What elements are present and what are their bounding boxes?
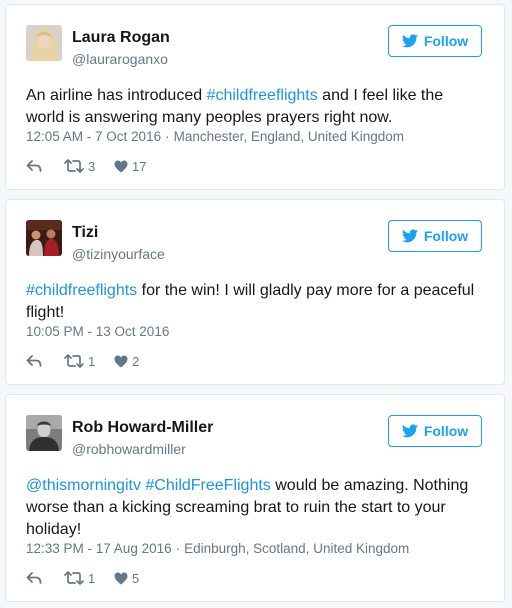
like-button[interactable]: 5 xyxy=(114,571,139,586)
tweet-text: @thismorningitv #ChildFreeFlights would … xyxy=(26,475,484,541)
follow-label: Follow xyxy=(423,228,469,244)
reply-icon xyxy=(26,572,42,584)
tweet-timestamp[interactable]: 12:05 AM - 7 Oct 2016 xyxy=(26,129,161,144)
mention-link[interactable]: @thismorningitv xyxy=(26,477,141,494)
tweet-actions: 1 2 xyxy=(26,352,139,370)
retweet-count: 1 xyxy=(88,570,96,586)
tweet-card: Laura Rogan @lauraroganxo Follow An airl… xyxy=(5,4,505,190)
follow-button[interactable]: Follow xyxy=(388,25,482,57)
follow-button[interactable]: Follow xyxy=(388,220,482,252)
retweet-count: 3 xyxy=(88,158,96,174)
follow-label: Follow xyxy=(423,423,469,439)
reply-button[interactable] xyxy=(26,354,64,368)
heart-icon xyxy=(114,355,128,367)
retweet-icon xyxy=(64,354,84,368)
tweet-timestamp[interactable]: 10:05 PM - 13 Oct 2016 xyxy=(26,324,169,339)
twitter-bird-icon xyxy=(401,229,418,243)
tweet-meta: 10:05 PM - 13 Oct 2016 xyxy=(26,324,169,339)
display-name[interactable]: Laura Rogan xyxy=(72,29,170,47)
hashtag-link[interactable]: #ChildFreeFlights xyxy=(145,477,270,494)
reply-button[interactable] xyxy=(26,571,64,585)
retweet-button[interactable]: 3 xyxy=(64,159,114,174)
tweet-meta: 12:33 PM - 17 Aug 2016 · Edinburgh, Scotla… xyxy=(26,541,410,556)
like-count: 2 xyxy=(132,353,140,369)
like-button[interactable]: 17 xyxy=(114,159,146,174)
hashtag-link[interactable]: #childfreeflights xyxy=(207,87,318,104)
retweet-icon xyxy=(64,571,84,585)
user-handle[interactable]: @lauraroganxo xyxy=(72,51,168,67)
user-handle[interactable]: @tizinyourface xyxy=(72,246,165,262)
display-name[interactable]: Rob Howard-Miller xyxy=(72,419,213,437)
display-name[interactable]: Tizi xyxy=(72,224,98,242)
reply-icon xyxy=(26,160,42,172)
reply-icon xyxy=(26,355,42,367)
reply-button[interactable] xyxy=(26,159,64,173)
like-count: 17 xyxy=(132,158,147,174)
tweet-location[interactable]: Edinburgh, Scotland, United Kingdom xyxy=(184,541,409,556)
retweet-button[interactable]: 1 xyxy=(64,354,114,369)
follow-label: Follow xyxy=(423,33,469,49)
avatar[interactable] xyxy=(26,25,62,61)
retweet-icon xyxy=(64,159,84,173)
user-handle[interactable]: @robhowardmiller xyxy=(72,441,186,457)
retweet-button[interactable]: 1 xyxy=(64,571,114,586)
heart-icon xyxy=(114,572,128,584)
follow-button[interactable]: Follow xyxy=(388,415,482,447)
avatar[interactable] xyxy=(26,415,62,451)
like-count: 5 xyxy=(132,570,140,586)
tweet-card: Rob Howard-Miller @robhowardmiller Follo… xyxy=(5,394,505,602)
tweet-meta: 12:05 AM - 7 Oct 2016 · Manchester, Englan… xyxy=(26,129,404,144)
twitter-bird-icon xyxy=(401,424,418,438)
tweet-text: An airline has introduced #childfreeflig… xyxy=(26,85,484,129)
tweet-actions: 3 17 xyxy=(26,157,146,175)
like-button[interactable]: 2 xyxy=(114,354,139,369)
tweet-location[interactable]: Manchester, England, United Kingdom xyxy=(174,129,404,144)
retweet-count: 1 xyxy=(88,353,96,369)
heart-icon xyxy=(114,160,128,172)
avatar[interactable] xyxy=(26,220,62,256)
hashtag-link[interactable]: #childfreeflights xyxy=(26,282,137,299)
tweet-actions: 1 5 xyxy=(26,569,139,587)
tweet-timestamp[interactable]: 12:33 PM - 17 Aug 2016 xyxy=(26,541,172,556)
tweet-card: Tizi @tizinyourface Follow #childfreefli… xyxy=(5,199,505,385)
tweet-text: #childfreeflights for the win! I will gl… xyxy=(26,280,484,324)
twitter-bird-icon xyxy=(401,34,418,48)
tweet-text-segment: An airline has introduced xyxy=(26,87,207,104)
